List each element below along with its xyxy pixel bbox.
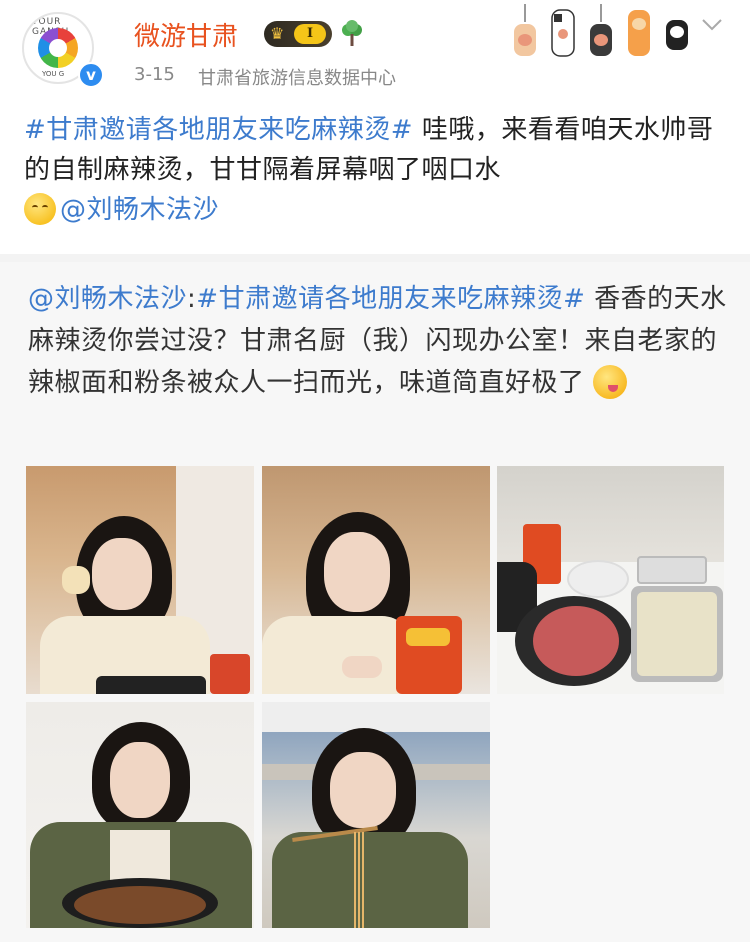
photo-2[interactable] <box>262 466 490 694</box>
post-time: 3-15 <box>134 64 175 85</box>
repost-hashtag[interactable]: #甘肃邀请各地朋友来吃麻辣烫# <box>196 284 585 314</box>
paw-icons <box>514 4 688 57</box>
post-text: #甘肃邀请各地朋友来吃麻辣烫# 哇哦，来看看咱天水帅哥的自制麻辣烫，甘甘隔着屏幕… <box>24 110 730 230</box>
repost-colon: : <box>187 284 197 314</box>
divider <box>0 254 750 262</box>
post-hashtag[interactable]: #甘肃邀请各地朋友来吃麻辣烫# <box>24 115 413 145</box>
username[interactable]: 微游甘肃 <box>134 16 238 53</box>
repost-text: @刘畅木法沙:#甘肃邀请各地朋友来吃麻辣烫# 香香的天水麻辣烫你尝过没？甘肃名厨… <box>28 278 728 404</box>
grin-emoji-icon <box>24 193 56 225</box>
photo-4[interactable] <box>26 702 254 928</box>
logo-icon <box>38 28 78 68</box>
post-mention[interactable]: @刘畅木法沙 <box>60 195 219 225</box>
photo-3[interactable] <box>497 466 724 694</box>
tree-icon[interactable] <box>340 20 364 48</box>
yummy-emoji-icon <box>593 365 628 399</box>
post-source[interactable]: 甘肃省旅游信息数据中心 <box>198 64 396 90</box>
post-header: TOUR GANSU YOU G v 微游甘肃 ♛ I 3-15 甘肃省旅游信息… <box>0 0 750 100</box>
avatar-text-bottom: YOU G <box>42 70 65 78</box>
photo-5[interactable] <box>262 702 490 928</box>
chevron-down-icon[interactable] <box>700 16 724 34</box>
member-level-badge[interactable]: ♛ I <box>264 21 332 47</box>
verified-badge: v <box>78 62 104 88</box>
level-label: I <box>294 24 326 44</box>
crown-icon: ♛ <box>270 24 285 43</box>
repost-card[interactable]: @刘畅木法沙:#甘肃邀请各地朋友来吃麻辣烫# 香香的天水麻辣烫你尝过没？甘肃名厨… <box>0 262 750 942</box>
repost-mention[interactable]: @刘畅木法沙 <box>28 284 187 314</box>
photo-1[interactable] <box>26 466 254 694</box>
